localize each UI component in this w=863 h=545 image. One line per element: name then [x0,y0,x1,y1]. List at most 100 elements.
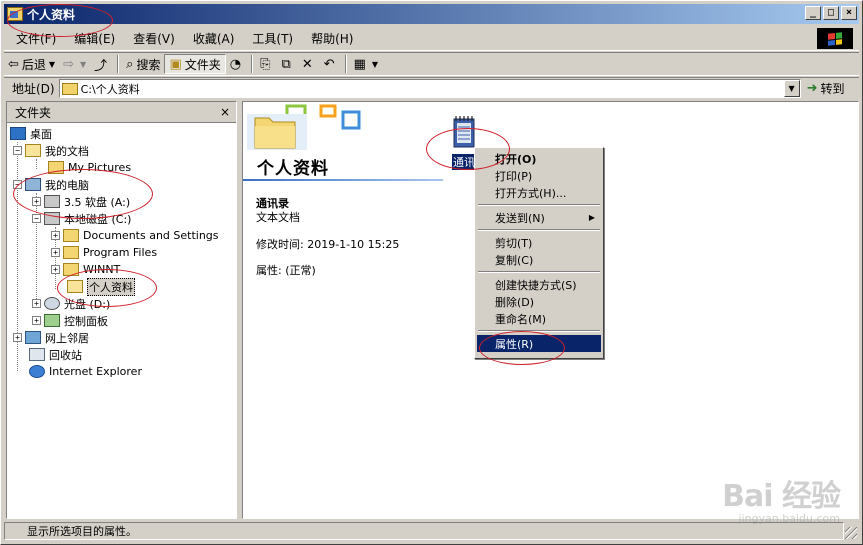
selected-file-type: 文本文档 [256,211,300,224]
menu-help[interactable]: 帮助(H) [299,30,359,47]
tree-item-control-panel[interactable]: + 控制面板 [32,312,108,329]
folders-button[interactable]: ▣ 文件夹 [164,54,226,74]
tree-label: Internet Explorer [49,365,142,378]
tree-label: 控制面板 [64,314,108,328]
open-folder-icon [67,280,83,293]
tree-item-local-disk[interactable]: − 本地磁盘 (C:) [32,210,131,227]
tree-item-internet-explorer[interactable]: Internet Explorer [29,363,142,380]
toolbar-separator [344,55,347,73]
tree-label: 网上邻居 [45,331,89,345]
selected-file-attributes: 属性: (正常) [256,264,316,277]
tree-label: 本地磁盘 (C:) [64,212,132,226]
send-to-label: 发送到(N) [495,211,545,225]
address-input[interactable]: C:\个人资料 ▼ [58,79,801,98]
back-label: 后退 [21,57,46,72]
windows-logo-icon [817,28,853,49]
menu-edit[interactable]: 编辑(E) [62,30,121,47]
expand-icon[interactable]: + [32,197,41,206]
toolbar-separator [251,55,254,73]
title-bar[interactable]: 个人资料 _ □ × [4,4,859,24]
menu-item-open[interactable]: 打开(O) [477,150,601,167]
expand-icon[interactable]: + [51,248,60,257]
search-button[interactable]: ⌕ 搜索 [122,54,164,74]
collapse-icon[interactable]: − [13,146,22,155]
menu-item-send-to[interactable]: 发送到(N) ▶ [477,209,601,226]
minimize-button[interactable]: _ [805,6,821,20]
maximize-button[interactable]: □ [823,6,839,20]
folder-icon [61,82,78,95]
folder-up-icon: ⤴ [94,58,108,74]
expand-icon[interactable]: + [32,299,41,308]
back-dropdown-icon[interactable]: ▼ [49,60,55,69]
hard-drive-icon [44,212,60,225]
delete-icon: ✕ [301,56,313,72]
folders-pane: 文件夹 × 桌面 − 我的文档 My Pictures − 我的电脑 + 3.5… [6,101,237,519]
menu-tools[interactable]: 工具(T) [240,30,299,47]
expand-icon[interactable]: + [51,265,60,274]
tree-item-docs-settings[interactable]: + Documents and Settings [51,227,219,244]
copy-to-button[interactable]: ⧉ [278,54,298,74]
menu-item-create-shortcut[interactable]: 创建快捷方式(S) [477,276,601,293]
file-label: 通讯 [452,154,476,170]
menu-bar: 文件(F) 编辑(E) 查看(V) 收藏(A) 工具(T) 帮助(H) [4,27,859,51]
tree-item-my-pictures[interactable]: My Pictures [48,159,131,176]
selected-file-modified: 修改时间: 2019-1-10 15:25 [256,238,400,251]
folders-pane-close-icon[interactable]: × [220,105,230,119]
expand-icon[interactable]: + [51,231,60,240]
undo-icon: ↶ [323,56,335,72]
tree-item-desktop[interactable]: 桌面 [10,125,52,142]
up-button[interactable]: ⤴ [90,54,114,74]
menu-file[interactable]: 文件(F) [4,30,62,47]
menu-separator [478,271,600,273]
address-dropdown-icon[interactable]: ▼ [783,80,800,97]
expand-icon[interactable]: + [13,333,22,342]
folder-banner-icon [247,104,361,150]
move-to-button[interactable]: ⎘ [256,54,277,74]
expand-icon[interactable]: + [32,316,41,325]
tree-item-my-computer[interactable]: − 我的电脑 [13,176,89,193]
menu-item-rename[interactable]: 重命名(M) [477,310,601,327]
floppy-drive-icon [44,195,60,208]
menu-item-print[interactable]: 打印(P) [477,167,601,184]
undo-button[interactable]: ↶ [320,54,342,74]
tree-item-network[interactable]: + 网上邻居 [13,329,89,346]
collapse-icon[interactable]: − [13,180,22,189]
go-button[interactable]: ➜ 转到 [807,80,845,97]
cd-drive-icon [44,297,60,310]
folders-pane-title: 文件夹 [15,105,52,120]
delete-button[interactable]: ✕ [298,54,320,74]
collapse-icon[interactable]: − [32,214,41,223]
tree-item-my-documents[interactable]: − 我的文档 [13,142,89,159]
internet-explorer-icon [29,365,45,378]
tree-label: 3.5 软盘 (A:) [64,195,131,209]
recycle-bin-icon [29,348,45,361]
menu-item-properties[interactable]: 属性(R) [477,335,601,352]
folder-icon [63,263,79,276]
tree-label: 我的电脑 [45,178,89,192]
tree-item-winnt[interactable]: + WINNT [51,261,120,278]
menu-item-cut[interactable]: 剪切(T) [477,234,601,251]
history-button[interactable]: ◔ [226,54,248,74]
tree-item-recycle-bin[interactable]: 回收站 [29,346,82,363]
resize-grip-icon[interactable] [845,527,857,539]
watermark-url: jingyan.baidu.com [738,512,840,525]
forward-button[interactable]: ⇨ ▼ [59,54,90,74]
menu-item-open-with[interactable]: 打开方式(H)... [477,184,601,201]
context-menu: 打开(O) 打印(P) 打开方式(H)... 发送到(N) ▶ 剪切(T) 复制… [474,147,604,359]
close-button[interactable]: × [841,6,857,20]
forward-dropdown-icon[interactable]: ▼ [80,60,86,69]
network-icon [25,331,41,344]
tree-item-personal[interactable]: 个人资料 [67,277,135,296]
views-dropdown-icon[interactable]: ▼ [372,60,378,69]
tree-item-floppy[interactable]: + 3.5 软盘 (A:) [32,193,130,210]
views-icon: ▦ [353,56,366,72]
menu-view[interactable]: 查看(V) [121,30,181,47]
back-button[interactable]: ⇦ 后退 ▼ [4,54,59,74]
views-button[interactable]: ▦ ▼ [350,54,382,74]
tree-label: My Pictures [68,161,132,174]
tree-item-cdrom[interactable]: + 光盘 (D:) [32,295,110,312]
menu-item-copy[interactable]: 复制(C) [477,251,601,268]
tree-item-program-files[interactable]: + Program Files [51,244,157,261]
menu-favorites[interactable]: 收藏(A) [181,30,241,47]
menu-item-delete[interactable]: 删除(D) [477,293,601,310]
